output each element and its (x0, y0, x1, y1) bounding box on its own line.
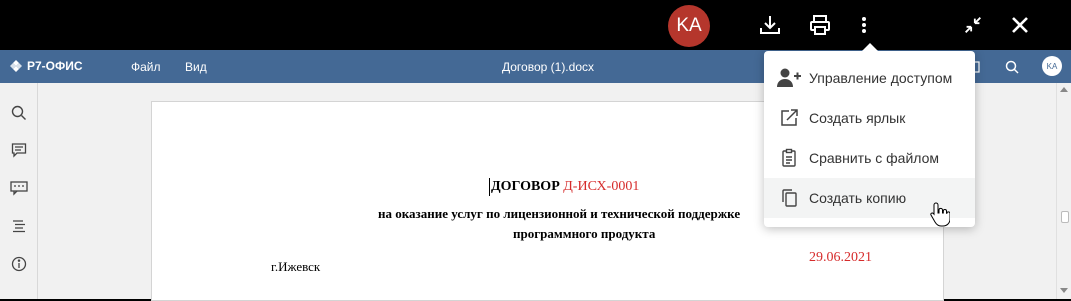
external-link-icon (777, 106, 801, 130)
avatar[interactable]: KA (668, 5, 710, 47)
navigation-icon[interactable] (9, 216, 29, 236)
scroll-up-icon[interactable] (1060, 87, 1068, 92)
text-cursor (489, 178, 490, 196)
city: г.Ижевск (271, 259, 321, 274)
contract-date: 29.06.2021 (809, 250, 872, 265)
contract-title: ДОГОВОР Д-ИСХ-0001 (491, 179, 639, 195)
hand-cursor-icon (930, 201, 951, 227)
search-icon[interactable] (9, 103, 29, 123)
document-title: Договор (1).docx (502, 60, 594, 74)
menu-item-label: Создать копию (809, 190, 907, 206)
collapse-icon[interactable] (957, 9, 989, 41)
subtitle-line-2: программного продукта (513, 226, 656, 241)
brand-name: Р7-ОФИС (27, 59, 83, 73)
menu-item-create-shortcut[interactable]: Создать ярлык (764, 98, 975, 138)
subtitle-line-1: на оказание услуг по лицензионной и техн… (378, 206, 741, 221)
menu-item-label: Создать ярлык (809, 110, 906, 126)
vertical-scrollbar[interactable] (1056, 83, 1071, 299)
menu-item-access-management[interactable]: Управление доступом (764, 58, 975, 98)
contract-number: Д-ИСХ-0001 (563, 179, 640, 194)
download-icon[interactable] (754, 9, 786, 41)
scroll-thumb[interactable] (1061, 211, 1069, 223)
user-avatar[interactable]: KA (1042, 56, 1062, 76)
chat-icon[interactable] (9, 178, 29, 198)
clipboard-compare-icon (777, 146, 801, 170)
viewer-toolbar: KA (0, 0, 1071, 50)
avatar-initials: KA (676, 15, 702, 36)
left-panel (0, 83, 38, 299)
menu-file[interactable]: Файл (131, 60, 161, 74)
logo-icon (10, 60, 22, 72)
close-icon[interactable] (1004, 9, 1036, 41)
menu-item-label: Управление доступом (809, 70, 953, 86)
brand-logo: Р7-ОФИС (10, 59, 83, 73)
print-icon[interactable] (804, 9, 836, 41)
menu-item-compare-file[interactable]: Сравнить с файлом (764, 138, 975, 178)
user-initials: KA (1046, 61, 1058, 71)
menu-item-label: Сравнить с файлом (809, 150, 940, 166)
scroll-down-icon[interactable] (1060, 288, 1068, 293)
copy-icon (777, 186, 801, 210)
menu-view[interactable]: Вид (185, 60, 207, 74)
comments-icon[interactable] (9, 140, 29, 160)
more-vertical-icon[interactable] (848, 9, 880, 41)
title-text: ДОГОВОР (491, 179, 560, 194)
user-plus-icon (777, 66, 801, 90)
info-icon[interactable] (9, 254, 29, 274)
search-icon[interactable] (1002, 57, 1022, 77)
